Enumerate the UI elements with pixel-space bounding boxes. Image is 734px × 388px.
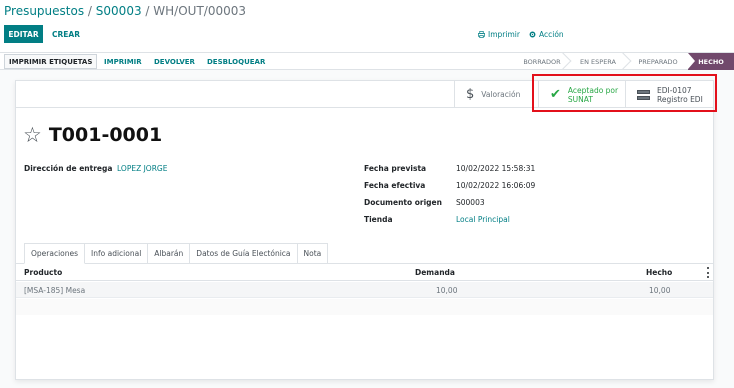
- breadcrumb: Presupuestos / S00003 / WH/OUT/00003: [4, 4, 246, 18]
- gear-icon: [529, 31, 536, 37]
- tab-note[interactable]: Nota: [297, 243, 329, 264]
- column-done[interactable]: Hecho: [646, 264, 672, 280]
- column-options-icon[interactable]: [707, 267, 709, 278]
- column-demand[interactable]: Demanda: [415, 264, 455, 280]
- table-row[interactable]: [MSA-185] Mesa 10,00 10,00: [16, 282, 713, 298]
- print-label: Imprimir: [488, 29, 520, 39]
- tab-operations[interactable]: Operaciones: [24, 243, 86, 264]
- breadcrumb-current: WH/OUT/00003: [153, 4, 247, 18]
- scheduled-date-value: 10/02/2022 15:58:31: [456, 164, 536, 173]
- scheduled-date-label: Fecha prevista: [364, 164, 427, 173]
- unlock-button[interactable]: DESBLOQUEAR: [207, 53, 265, 70]
- action-label: Acción: [539, 29, 564, 39]
- tab-additional-info[interactable]: Info adicional: [85, 243, 149, 264]
- valuation-label: Valoración: [481, 90, 521, 99]
- print-button[interactable]: IMPRIMIR: [104, 53, 142, 70]
- edit-button[interactable]: EDITAR: [4, 25, 43, 43]
- print-dropdown[interactable]: Imprimir: [478, 25, 520, 43]
- breadcrumb-separator: /: [87, 4, 92, 18]
- stage-waiting: EN ESPERA: [568, 53, 628, 70]
- empty-row: [16, 315, 713, 331]
- dollar-icon: $: [466, 87, 475, 102]
- done-cell: 10,00: [649, 285, 671, 295]
- delivery-address-label: Dirección de entrega: [24, 164, 113, 173]
- highlight-box: [532, 74, 717, 112]
- store-value[interactable]: Local Principal: [456, 215, 510, 224]
- breadcrumb-separator: /: [145, 4, 150, 18]
- source-document-label: Documento origen: [364, 198, 442, 207]
- create-button[interactable]: CREAR: [52, 25, 80, 43]
- effective-date-value: 10/02/2022 16:06:09: [456, 181, 536, 190]
- breadcrumb-parent[interactable]: Presupuestos: [4, 4, 84, 18]
- table-header: Producto Demanda Hecho: [16, 264, 713, 281]
- empty-row: [16, 299, 713, 315]
- demand-cell: 10,00: [436, 285, 458, 295]
- control-panel: Presupuestos / S00003 / WH/OUT/00003 EDI…: [0, 0, 734, 52]
- source-document-value: S00003: [456, 198, 485, 207]
- effective-date-label: Fecha efectiva: [364, 181, 426, 190]
- tab-delivery-slip[interactable]: Albarán: [148, 243, 191, 264]
- stage-done: HECHO: [688, 53, 734, 70]
- star-icon[interactable]: ☆: [23, 124, 42, 146]
- tab-electronic-guide[interactable]: Datos de Guía Electónica: [190, 243, 298, 264]
- stage-ready: PREPARADO: [638, 57, 678, 66]
- valuation-button[interactable]: $ Valoración: [454, 81, 538, 108]
- store-label: Tienda: [364, 215, 393, 224]
- notebook-tabs: Operaciones Info adicional Albarán Datos…: [24, 243, 329, 264]
- statusbar: IMPRIMIR ETIQUETAS IMPRIMIR DEVOLVER DES…: [0, 52, 734, 70]
- return-button[interactable]: DEVOLVER: [154, 53, 195, 70]
- print-labels-button[interactable]: IMPRIMIR ETIQUETAS: [4, 54, 98, 69]
- breadcrumb-order[interactable]: S00003: [96, 4, 142, 18]
- print-icon: [478, 30, 485, 38]
- action-dropdown[interactable]: Acción: [529, 25, 564, 43]
- stage-pipeline: BORRADOR EN ESPERA PREPARADO HECHO: [516, 53, 734, 70]
- record-name: T001-0001: [48, 124, 163, 146]
- column-product[interactable]: Producto: [24, 264, 62, 280]
- record-title: ☆ T001-0001: [23, 124, 162, 146]
- stage-draft: BORRADOR: [516, 53, 568, 70]
- delivery-address-value[interactable]: LOPEZ JORGE: [117, 164, 167, 173]
- product-cell: [MSA-185] Mesa: [24, 285, 86, 295]
